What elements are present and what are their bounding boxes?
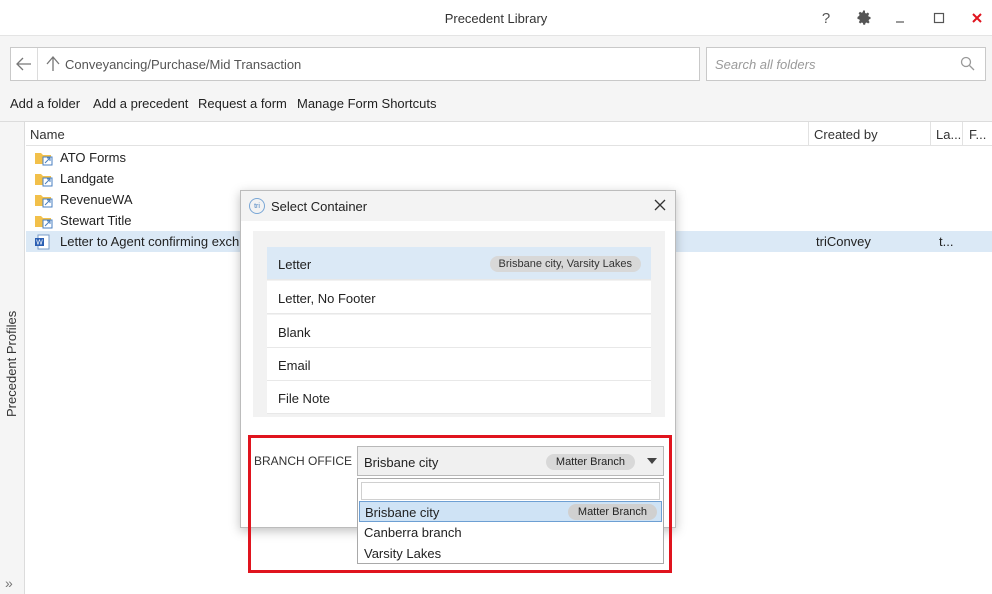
action-toolbar: Add a folder Add a precedent Request a f…	[0, 86, 992, 122]
container-label: File Note	[278, 391, 331, 406]
column-header-created-by[interactable]: Created by	[814, 127, 878, 142]
dialog-title-bar: tri Select Container	[241, 191, 675, 221]
gear-icon[interactable]	[851, 6, 877, 30]
maximize-icon[interactable]	[926, 6, 952, 30]
container-list: Letter Brisbane city, Varsity Lakes Lett…	[253, 231, 665, 417]
branch-option-canberra-branch[interactable]: Canberra branch	[359, 522, 662, 543]
minimize-icon[interactable]	[887, 6, 913, 30]
folder-shortcut-icon	[34, 213, 54, 229]
container-item-letter[interactable]: Letter Brisbane city, Varsity Lakes	[267, 247, 651, 280]
branch-option-label: Brisbane city	[365, 505, 440, 520]
window-title: Precedent Library	[444, 11, 548, 26]
up-arrow-icon[interactable]	[44, 55, 62, 73]
path-field[interactable]: Conveyancing/Purchase/Mid Transaction	[10, 47, 700, 81]
folder-shortcut-icon	[34, 192, 54, 208]
list-header: Name Created by La... F...	[26, 122, 992, 146]
precedent-profiles-panel[interactable]: Precedent Profiles »	[0, 122, 25, 594]
chevron-down-icon[interactable]	[647, 458, 657, 464]
manage-form-shortcuts-button[interactable]: Manage Form Shortcuts	[297, 96, 436, 111]
container-label: Letter, No Footer	[278, 291, 376, 306]
container-label: Blank	[278, 325, 311, 340]
back-arrow-icon[interactable]	[11, 48, 38, 80]
branch-office-select[interactable]: Brisbane city Matter Branch	[357, 446, 664, 476]
close-icon[interactable]	[964, 6, 990, 30]
item-name: Stewart Title	[60, 213, 132, 228]
container-item-email[interactable]: Email	[267, 348, 651, 381]
branch-option-varsity-lakes[interactable]: Varsity Lakes	[359, 543, 662, 564]
branch-option-brisbane-city[interactable]: Brisbane city Matter Branch	[359, 501, 662, 522]
svg-text:W: W	[36, 239, 43, 247]
branch-option-label: Canberra branch	[364, 525, 462, 540]
dialog-close-icon[interactable]	[653, 194, 667, 221]
branch-office-value: Brisbane city	[364, 455, 439, 470]
search-placeholder: Search all folders	[715, 57, 816, 72]
column-header-name[interactable]: Name	[30, 127, 65, 142]
word-document-icon: W	[34, 234, 54, 250]
precedent-profiles-label: Precedent Profiles	[4, 310, 19, 417]
matter-branch-badge: Matter Branch	[567, 504, 657, 520]
item-created-by: triConvey	[816, 234, 871, 249]
container-branch-badge: Brisbane city, Varsity Lakes	[489, 256, 641, 272]
container-label: Email	[278, 358, 311, 373]
navigation-bar: Conveyancing/Purchase/Mid Transaction Se…	[0, 36, 992, 86]
container-label: Letter	[278, 257, 312, 272]
current-path: Conveyancing/Purchase/Mid Transaction	[65, 57, 302, 72]
item-name: RevenueWA	[60, 192, 133, 207]
dialog-title: Select Container	[271, 199, 368, 214]
add-precedent-button[interactable]: Add a precedent	[93, 96, 188, 111]
branch-office-dropdown: Brisbane city Matter Branch Canberra bra…	[357, 478, 664, 564]
branch-filter-input[interactable]	[361, 482, 660, 500]
list-item[interactable]: ATO Forms	[26, 147, 992, 168]
item-name: Landgate	[60, 171, 115, 186]
request-form-button[interactable]: Request a form	[198, 96, 287, 111]
column-header-format[interactable]: F...	[969, 127, 986, 142]
branch-option-label: Varsity Lakes	[364, 546, 442, 561]
container-item-blank[interactable]: Blank	[267, 315, 651, 348]
list-item[interactable]: Landgate	[26, 168, 992, 189]
item-language: t...	[939, 234, 954, 249]
column-header-language[interactable]: La...	[936, 127, 961, 142]
search-icon[interactable]	[960, 56, 975, 74]
container-item-file-note[interactable]: File Note	[267, 381, 651, 414]
search-input[interactable]: Search all folders	[706, 47, 986, 81]
expand-panel-icon[interactable]: »	[5, 575, 13, 591]
folder-shortcut-icon	[34, 171, 54, 187]
help-icon[interactable]: ?	[813, 6, 839, 30]
item-name: ATO Forms	[60, 150, 126, 165]
title-bar: Precedent Library ?	[0, 0, 992, 36]
matter-branch-badge: Matter Branch	[545, 454, 635, 470]
container-item-letter-no-footer[interactable]: Letter, No Footer	[267, 281, 651, 314]
folder-shortcut-icon	[34, 150, 54, 166]
add-folder-button[interactable]: Add a folder	[10, 96, 80, 111]
item-name: Letter to Agent confirming exch	[60, 234, 240, 249]
tri-logo-icon: tri	[249, 198, 265, 214]
